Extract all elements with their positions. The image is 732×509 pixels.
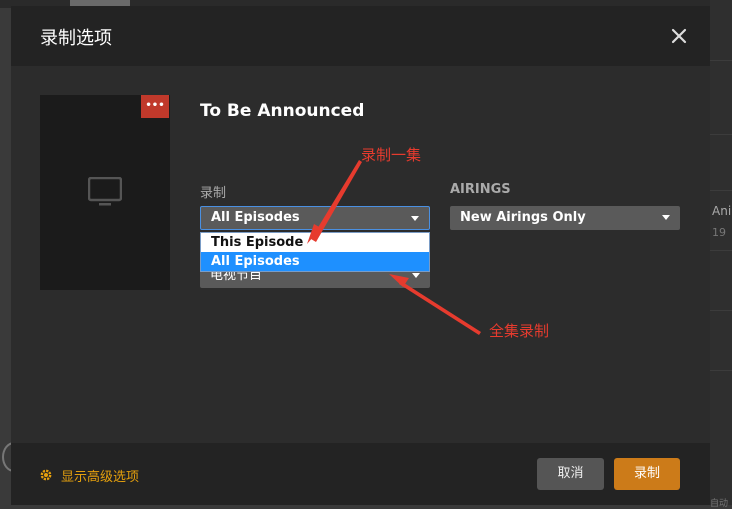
advanced-options-label: 显示高级选项	[61, 469, 140, 485]
background-divider	[710, 134, 732, 135]
background-divider	[710, 60, 732, 61]
background-divider	[710, 250, 732, 251]
background-text: Ani	[712, 204, 732, 218]
background-text: 19	[712, 226, 726, 239]
advanced-options-toggle[interactable]: 显示高级选项	[39, 465, 139, 485]
record-button[interactable]: 录制	[614, 458, 680, 490]
annotation-record-all: 全集录制	[489, 322, 550, 340]
background-right-panel	[710, 0, 732, 505]
background-divider	[710, 370, 732, 371]
annotation-arrow-shaft	[399, 281, 481, 335]
gear-icon	[40, 469, 52, 481]
annotation-arrows	[307, 160, 481, 335]
annotation-record-one: 录制一集	[361, 146, 422, 164]
background-text: 自动	[710, 499, 729, 509]
dialog-footer: 显示高级选项 取消 录制	[11, 443, 710, 505]
background-divider	[710, 310, 732, 311]
background-divider	[710, 190, 732, 191]
cancel-button[interactable]: 取消	[537, 458, 604, 490]
recording-options-dialog: 录制选项 ••• To Be Announced 录制 AIRINGS All …	[11, 6, 710, 505]
